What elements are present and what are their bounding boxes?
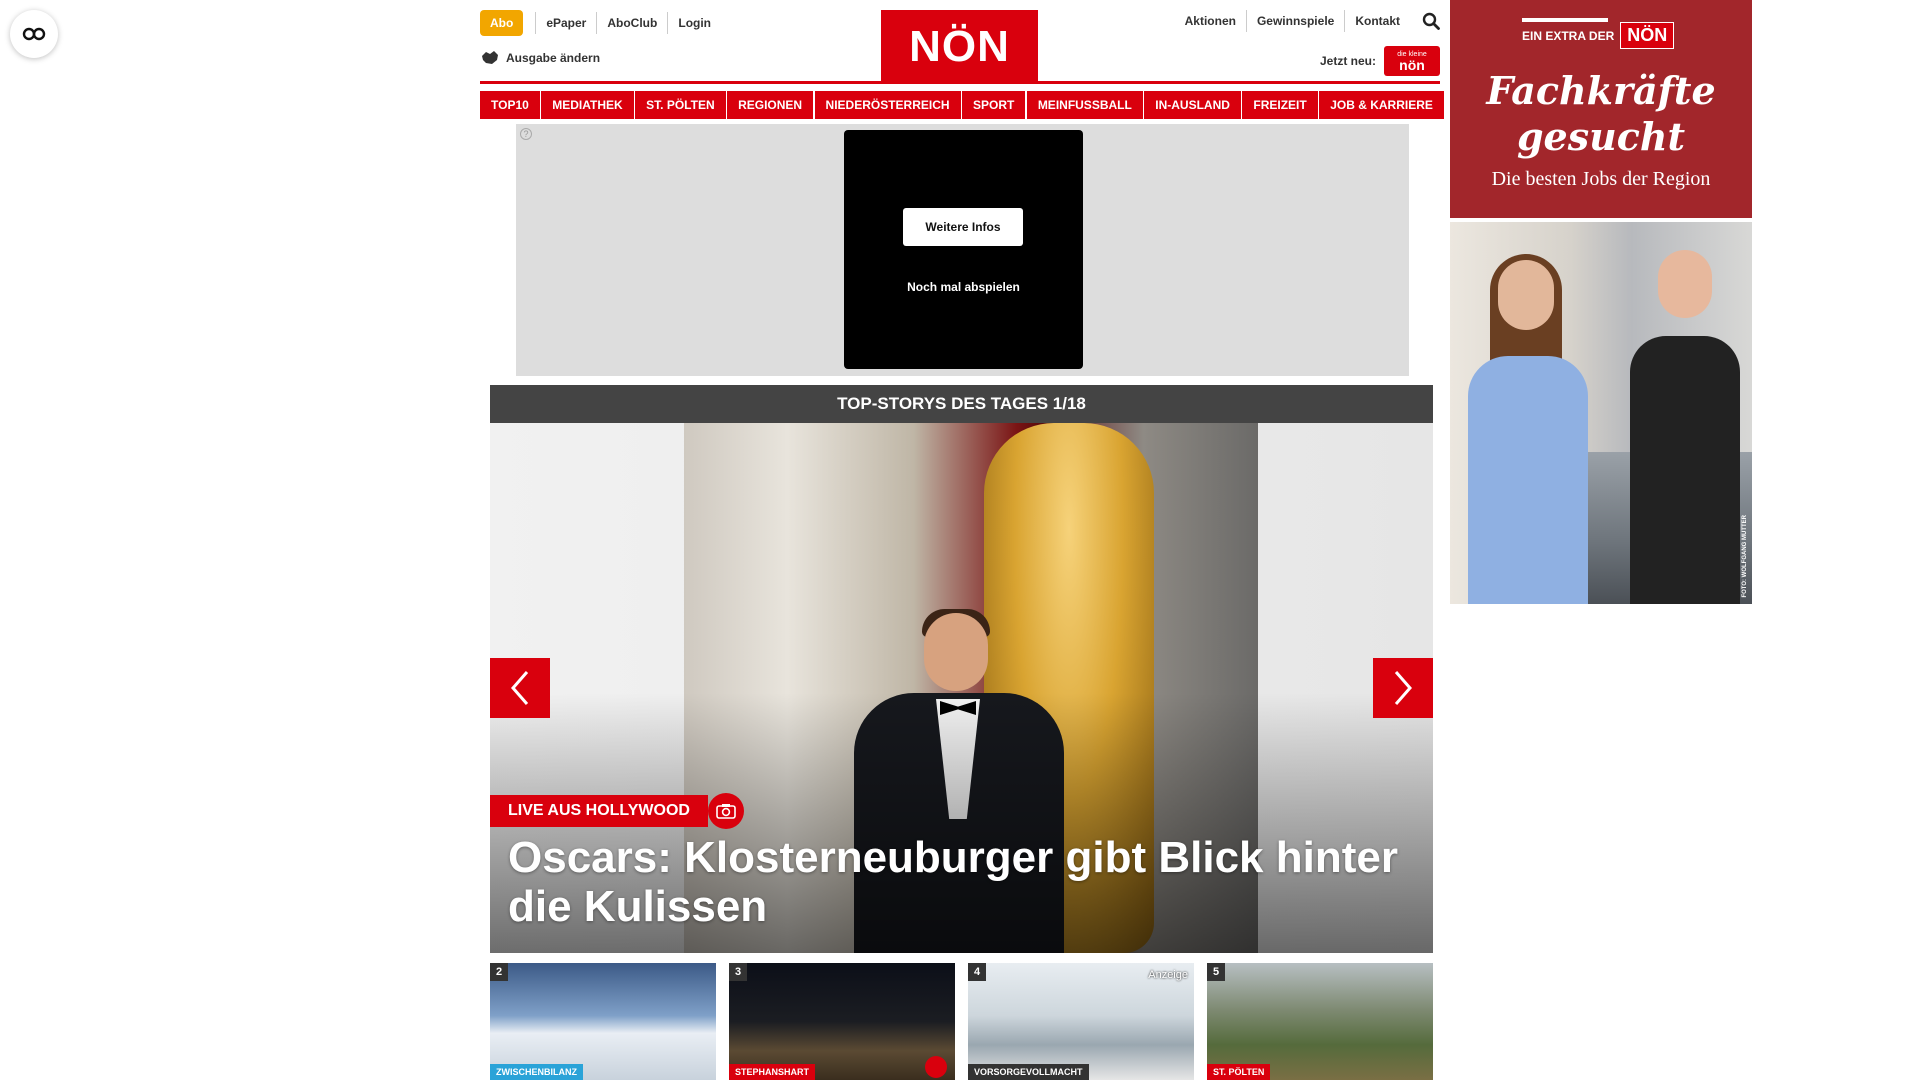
site-logo[interactable]: NÖN xyxy=(881,10,1038,84)
camera-icon xyxy=(925,1056,947,1078)
sponsored-label: Anzeige xyxy=(1148,969,1188,981)
epaper-link[interactable]: ePaper xyxy=(535,12,596,34)
edition-label: Ausgabe ändern xyxy=(506,51,601,65)
hero-story[interactable]: LIVE AUS HOLLYWOOD Oscars: Klosterneubur… xyxy=(490,423,1433,953)
side-ad-headline: Fachkräfte gesucht xyxy=(1450,68,1752,160)
carousel-next-button[interactable] xyxy=(1373,658,1433,718)
top-stories-header: TOP-STORYS DES TAGES 1/18 xyxy=(490,385,1433,423)
top-right-links: Aktionen Gewinnspiele Kontakt xyxy=(1175,10,1440,32)
nav-item-st-poelten[interactable]: ST. PÖLTEN xyxy=(635,91,726,119)
story-tag: ST. PÖLTEN xyxy=(1207,1064,1271,1080)
main-column: Abo ePaper AboClub Login Ausgabe ändern … xyxy=(480,0,1444,1080)
nav-item-niederoesterreich[interactable]: NIEDERÖSTERREICH xyxy=(814,91,961,119)
nav-item-freizeit[interactable]: FREIZEIT xyxy=(1242,91,1318,119)
ad-video-player[interactable]: Weitere Infos Noch mal abspielen xyxy=(844,130,1083,369)
kleine-noen-logo[interactable]: die kleine nön xyxy=(1384,46,1440,76)
edition-selector[interactable]: Ausgabe ändern xyxy=(480,50,600,66)
side-ad-headline-2: gesucht xyxy=(1516,114,1686,159)
ad-more-info-button[interactable]: Weitere Infos xyxy=(903,208,1023,246)
glasses-icon xyxy=(22,27,46,41)
photo-credit: FOTO: WOLFGANG MÜTTER xyxy=(1742,515,1748,598)
jetzt-neu: Jetzt neu: die kleine nön xyxy=(1320,46,1440,76)
gewinnspiele-link[interactable]: Gewinnspiele xyxy=(1245,10,1344,32)
region-map-icon xyxy=(482,51,498,64)
side-ad-headline-1: Fachkräfte xyxy=(1486,68,1716,113)
carousel-prev-button[interactable] xyxy=(490,658,550,718)
side-ad-header: EIN EXTRA DER NÖN Fachkräfte gesucht Die… xyxy=(1450,0,1752,218)
nav-item-mediathek[interactable]: MEDIATHEK xyxy=(541,91,634,119)
story-thumbnails: 2 ZWISCHENBILANZ 3 STEPHANSHART 4 Anzeig… xyxy=(490,963,1433,1080)
aboclub-link[interactable]: AboClub xyxy=(596,12,667,34)
story-number: 4 xyxy=(968,963,986,981)
side-ad-extra-label: EIN EXTRA DER xyxy=(1522,28,1615,43)
nav-item-in-ausland[interactable]: IN-AUSLAND xyxy=(1144,91,1241,119)
story-tag: ZWISCHENBILANZ xyxy=(490,1064,583,1080)
story-tag: STEPHANSHART xyxy=(729,1064,816,1080)
ad-info-icon[interactable]: ? xyxy=(520,128,532,140)
jetzt-neu-label: Jetzt neu: xyxy=(1319,54,1376,68)
story-thumb-4[interactable]: 4 Anzeige VORSORGEVOLLMACHT xyxy=(968,963,1194,1080)
story-number: 2 xyxy=(490,963,508,981)
nav-item-regionen[interactable]: REGIONEN xyxy=(727,91,814,119)
hero-category-tag[interactable]: LIVE AUS HOLLYWOOD xyxy=(490,795,708,827)
site-header: Abo ePaper AboClub Login Ausgabe ändern … xyxy=(480,0,1440,84)
search-icon[interactable] xyxy=(1422,12,1440,30)
aktionen-link[interactable]: Aktionen xyxy=(1175,10,1246,32)
nav-item-sport[interactable]: SPORT xyxy=(962,91,1026,119)
abo-button[interactable]: Abo xyxy=(480,10,524,36)
video-ad-banner: ? Weitere Infos Noch mal abspielen xyxy=(516,124,1409,376)
main-nav: TOP10 MEDIATHEK ST. PÖLTEN REGIONEN NIED… xyxy=(480,91,1444,119)
side-ad-badge: NÖN xyxy=(1620,22,1675,49)
nav-item-job-karriere[interactable]: JOB & KARRIERE xyxy=(1319,91,1444,119)
camera-icon xyxy=(708,793,744,829)
kleine-noen-text: nön xyxy=(1399,56,1425,73)
chevron-right-icon xyxy=(1394,671,1412,705)
top-links: Abo ePaper AboClub Login xyxy=(480,10,721,36)
hero-headline[interactable]: Oscars: Klosterneuburger gibt Blick hint… xyxy=(508,833,1408,931)
story-number: 5 xyxy=(1207,963,1225,981)
kontakt-link[interactable]: Kontakt xyxy=(1344,10,1410,32)
story-tag: VORSORGEVOLLMACHT xyxy=(968,1064,1089,1080)
login-link[interactable]: Login xyxy=(667,12,721,34)
reader-mode-button[interactable] xyxy=(10,10,58,58)
ad-replay-button[interactable]: Noch mal abspielen xyxy=(844,280,1083,294)
story-thumb-2[interactable]: 2 ZWISCHENBILANZ xyxy=(490,963,716,1080)
side-ad-extra: EIN EXTRA DER NÖN xyxy=(1522,18,1675,49)
story-thumb-5[interactable]: 5 ST. PÖLTEN xyxy=(1207,963,1433,1080)
story-thumb-3[interactable]: 3 STEPHANSHART xyxy=(729,963,955,1080)
side-ad-subline: Die besten Jobs der Region xyxy=(1491,168,1711,190)
story-number: 3 xyxy=(729,963,747,981)
nav-item-top10[interactable]: TOP10 xyxy=(480,91,540,119)
chevron-left-icon xyxy=(511,671,529,705)
side-job-ad[interactable]: EIN EXTRA DER NÖN Fachkräfte gesucht Die… xyxy=(1450,0,1752,604)
nav-item-meinfussball[interactable]: MEINFUSSBALL xyxy=(1026,91,1143,119)
side-ad-photo: FOTO: WOLFGANG MÜTTER xyxy=(1450,222,1752,604)
